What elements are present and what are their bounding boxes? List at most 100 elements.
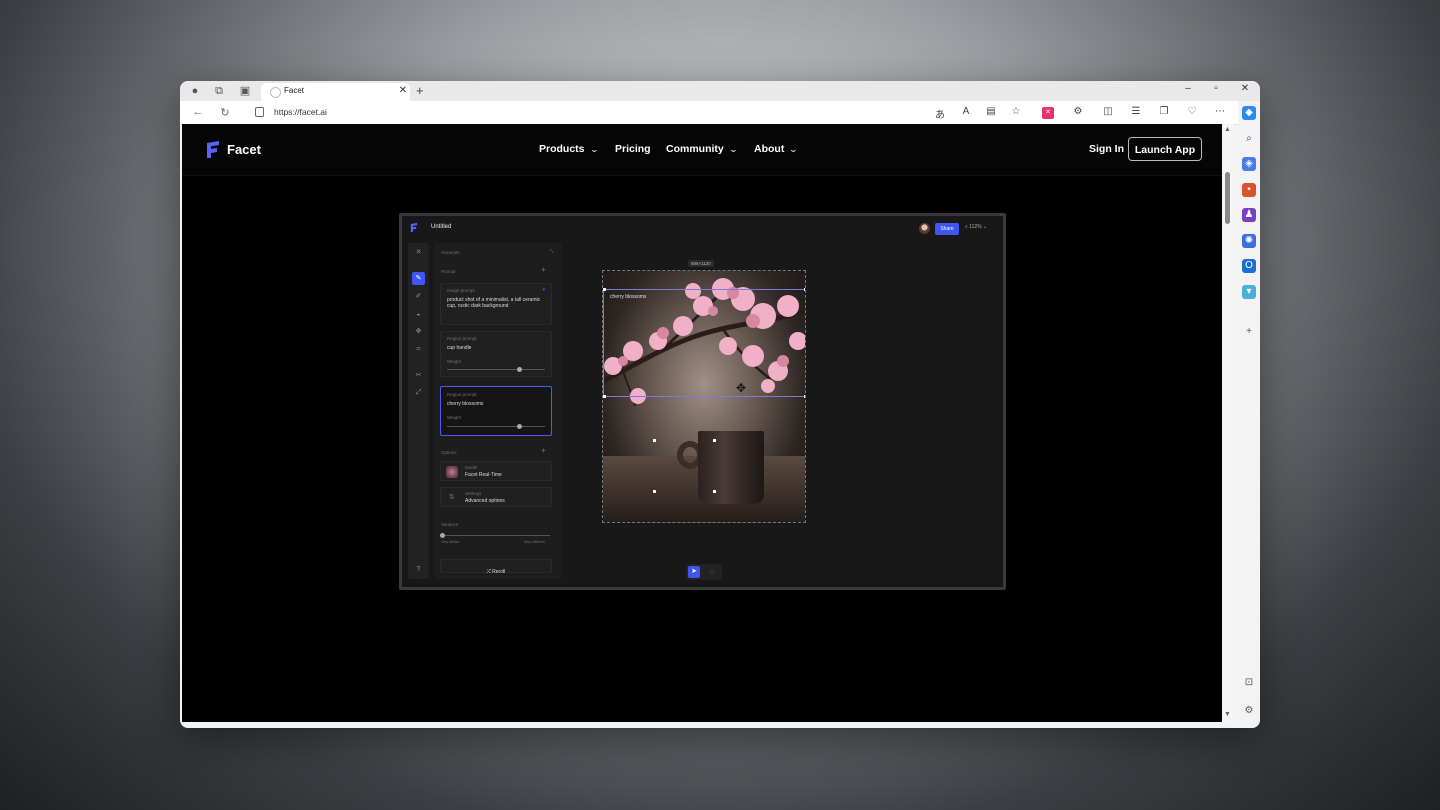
canvas-image: cherry blossoms ✥ [602, 270, 806, 523]
tab-facet[interactable]: Facet ✕ [261, 83, 410, 101]
address-bar[interactable]: https://facet.ai [244, 104, 1032, 121]
reroll-button: ⤮ Reroll [440, 559, 552, 575]
immersive-reader-icon[interactable]: ▤ [984, 106, 998, 117]
lock-icon [255, 107, 264, 117]
sidebar-settings-icon[interactable]: ⚙ [1242, 704, 1256, 718]
weight-slider [447, 424, 545, 429]
nav-about-label: About [754, 143, 785, 155]
close-window-button[interactable]: ✕ [1235, 83, 1255, 94]
address-bar-row: ← ↻ https://facet.ai あ A ▤ ☆ ✕ ⚙ ◫ ☰ ❐ ♡… [180, 101, 1260, 125]
facet-logo-icon[interactable] [206, 141, 220, 158]
read-aloud-icon[interactable]: A [959, 106, 973, 117]
canvas-dimensions: 896×1120 [688, 260, 714, 267]
favorite-star-icon[interactable]: ☆ [1009, 106, 1023, 117]
drop-icon[interactable]: ▾ [1242, 285, 1256, 299]
move-cursor-icon: ✥ [736, 381, 747, 395]
tool-strip: ✕ ✎ ✐ ◒ ✥ ⌗ ✂ ⤢ ? [408, 243, 429, 579]
mug [698, 431, 764, 504]
settings-label: Settings [465, 491, 482, 496]
weight-label: Weight [447, 359, 461, 364]
edge-sidebar: ◆ ⌕ ◈ ▪ ♟ ✺ O ▾ + ⊡ ⚙ [1238, 101, 1260, 728]
resize-handle [603, 395, 606, 398]
nav-products-label: Products [539, 143, 585, 155]
translate-icon[interactable]: あ [933, 106, 947, 121]
document-title: Untitled [431, 224, 452, 230]
logo-text[interactable]: Facet [227, 142, 261, 157]
tab-title: Facet [284, 86, 305, 95]
search-icon[interactable]: ⌕ [1242, 132, 1256, 146]
tab-bar: ● ⧉ ▣ Facet ✕ + – ▫ ✕ [180, 81, 1260, 101]
app-preview: Untitled Share ⌕ 112% ⌄ ✕ ✎ ✐ ◒ ✥ ⌗ ✂ ⤢ … [399, 213, 1006, 590]
close-icon: ✕ [415, 249, 422, 256]
settings-card: ⇅ Settings Advanced options [440, 487, 552, 507]
tools-briefcase-icon[interactable]: ▪ [1242, 183, 1256, 197]
new-tab-button[interactable]: + [416, 83, 424, 98]
collections-icon[interactable]: ❐ [1157, 106, 1171, 117]
tab-favicon-icon [270, 87, 281, 98]
shopping-tag-icon[interactable]: ◈ [1242, 157, 1256, 171]
url-text[interactable]: https://facet.ai [274, 107, 327, 117]
scrollbar[interactable]: ▲ ▼ [1223, 124, 1233, 722]
workspaces-icon[interactable]: ⧉ [212, 84, 226, 98]
tab-close-button[interactable]: ✕ [399, 85, 407, 96]
performance-icon[interactable]: ♡ [1185, 106, 1199, 117]
games-icon[interactable]: ♟ [1242, 208, 1256, 222]
region-prompt-text: cherry blossoms [447, 401, 484, 407]
restore-button[interactable]: ▫ [1206, 83, 1226, 94]
options-section-label: Options [441, 450, 457, 455]
nav-pricing-label: Pricing [615, 143, 651, 155]
microsoft365-icon[interactable]: ✺ [1242, 234, 1256, 248]
sign-in-link[interactable]: Sign In [1089, 143, 1124, 155]
region-overlay-label: cherry blossoms [610, 294, 647, 300]
scroll-up-icon[interactable]: ▲ [1224, 126, 1231, 133]
app-topbar: Untitled Share ⌕ 112% ⌄ [402, 216, 1003, 238]
nav-community-label: Community [666, 143, 724, 155]
refresh-icon[interactable]: ↻ [218, 106, 232, 119]
nav-community[interactable]: Community ⌄ [666, 143, 738, 155]
model-value: Facet Real-Time [465, 472, 502, 478]
copilot-icon[interactable]: ◆ [1242, 106, 1256, 120]
split-screen-icon[interactable]: ◫ [1101, 106, 1115, 117]
nav-products[interactable]: Products ⌄ [539, 143, 599, 155]
scroll-down-icon[interactable]: ▼ [1224, 711, 1231, 718]
resize-handle [653, 490, 656, 493]
more-menu-icon[interactable]: ⋯ [1213, 106, 1227, 117]
tab-actions-icon[interactable]: ▣ [238, 84, 252, 98]
prompt-section-label: Prompt [441, 269, 456, 274]
scissors-tool-icon: ✂ [415, 372, 422, 379]
variance-label: Variance [441, 522, 459, 527]
chevron-down-icon: ⌄ [728, 145, 738, 154]
zoom-level: ⌕ 112% ⌄ [965, 224, 988, 230]
panel-header: Generate [441, 250, 460, 255]
expand-tool-icon: ⤢ [415, 389, 422, 396]
outlook-icon[interactable]: O [1242, 259, 1256, 273]
nav-about[interactable]: About ⌄ [754, 143, 798, 155]
crop-tool-icon: ⌗ [416, 346, 421, 353]
resize-handle [804, 288, 805, 291]
add-option-icon: + [541, 446, 546, 455]
favorites-icon[interactable]: ☰ [1129, 106, 1143, 117]
extensions-puzzle-icon[interactable]: ⚙ [1071, 106, 1085, 117]
variance-slider [440, 533, 550, 538]
scrollbar-thumb[interactable] [1225, 172, 1230, 224]
minimize-button[interactable]: – [1178, 83, 1198, 94]
variance-low-label: Very similar [441, 540, 460, 544]
region-prompt-label: Region prompt [447, 336, 477, 341]
add-sidebar-app-icon[interactable]: + [1242, 325, 1256, 339]
help-icon: ? [416, 566, 421, 573]
hide-sidebar-icon[interactable]: ⊡ [1242, 676, 1256, 690]
nav-pricing[interactable]: Pricing [615, 143, 651, 155]
region-prompt-text: cup handle [447, 345, 472, 351]
reroll-label: Reroll [492, 569, 506, 575]
back-icon[interactable]: ← [191, 106, 205, 118]
pen-tool-icon: ✐ [415, 293, 422, 300]
launch-app-button[interactable]: Launch App [1128, 137, 1202, 161]
region-prompt-card-1: Region prompt cup handle Weight [440, 331, 552, 377]
magic-wand-icon: ✦ [542, 287, 546, 292]
resize-handle [713, 490, 716, 493]
extension-icon[interactable]: ✕ [1042, 107, 1054, 119]
lasso-icon: ◌ [709, 567, 715, 576]
profile-icon[interactable]: ● [188, 84, 202, 98]
zoom-value: 112% [969, 224, 982, 230]
site-header: Facet Products ⌄ Pricing Community ⌄ About… [182, 124, 1222, 176]
